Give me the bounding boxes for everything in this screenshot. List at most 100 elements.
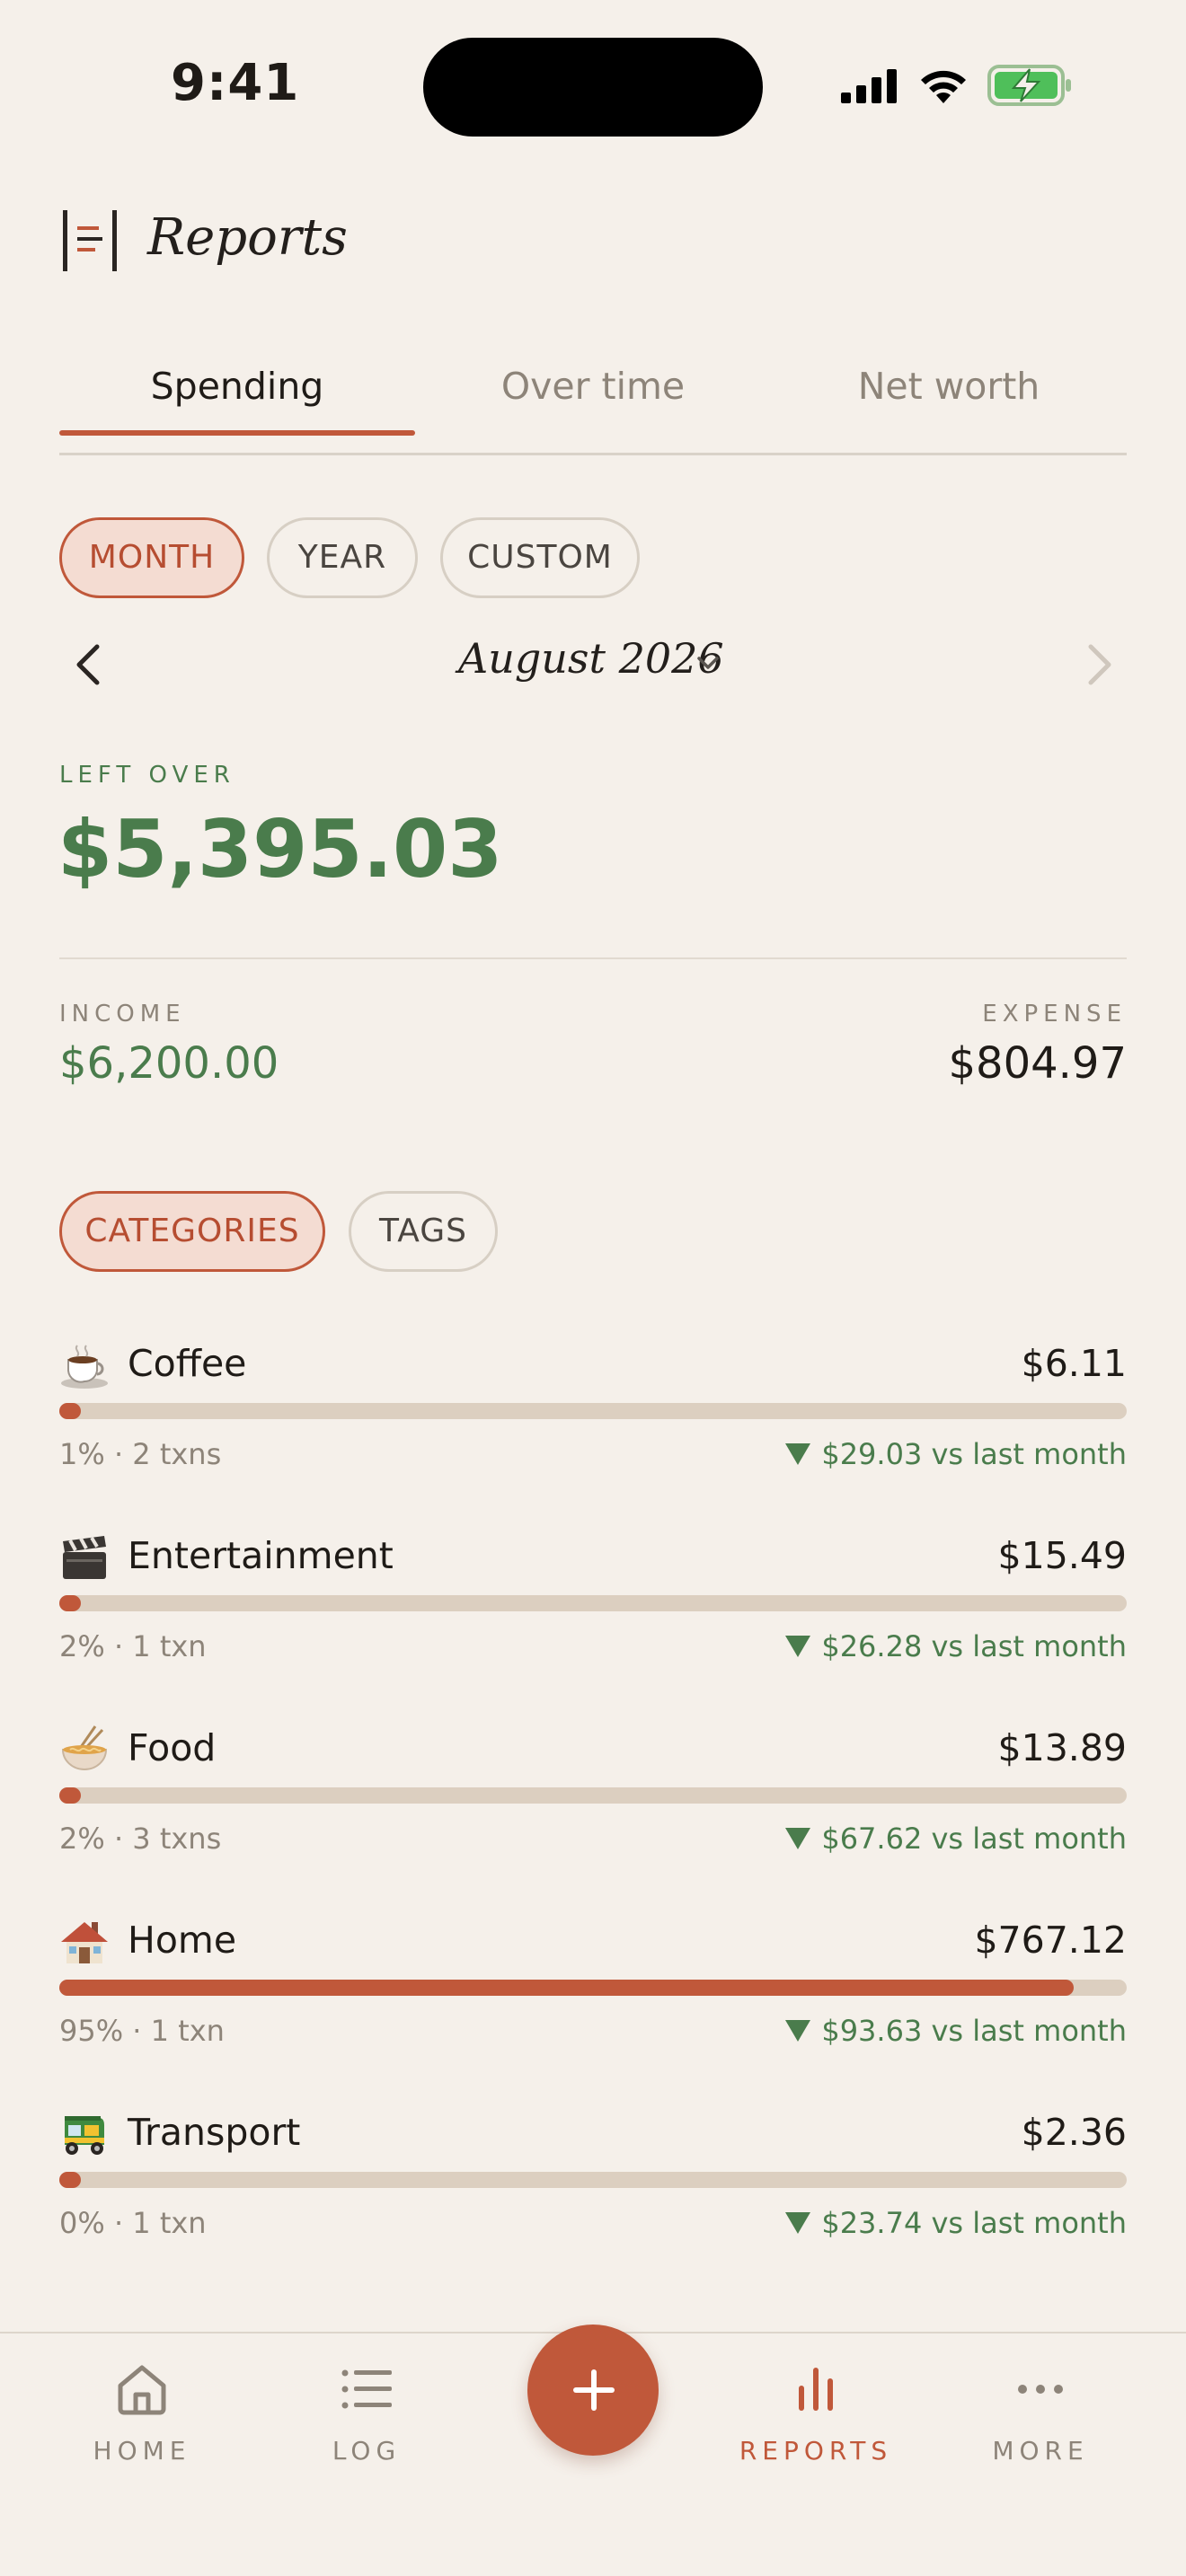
category-share-bar bbox=[59, 1980, 1127, 1996]
category-meta: 2% · 3 txns bbox=[59, 1822, 222, 1856]
category-meta: 1% · 2 txns bbox=[59, 1437, 222, 1471]
category-delta: $29.03 vs last month bbox=[785, 1437, 1127, 1471]
expense-label: EXPENSE bbox=[982, 1001, 1127, 1028]
category-delta-text: $67.62 vs last month bbox=[821, 1822, 1127, 1856]
category-row-home[interactable]: Home $767.12 95% · 1 txn $93.63 vs last … bbox=[59, 1917, 1127, 2078]
clapperboard-icon bbox=[63, 1536, 106, 1579]
category-name: Coffee bbox=[128, 1342, 247, 1385]
tab-over-time[interactable]: Over time bbox=[415, 355, 771, 436]
category-row-food[interactable]: Food $13.89 2% · 3 txns $67.62 vs last m… bbox=[59, 1725, 1127, 1886]
category-amount: $2.36 bbox=[1021, 2111, 1127, 2154]
nav-label: REPORTS bbox=[739, 2436, 893, 2466]
status-time: 9:41 bbox=[171, 54, 300, 112]
category-share-bar bbox=[59, 1595, 1127, 1611]
home-icon bbox=[118, 2365, 166, 2415]
reports-screen: 9:41 Reports Spending Over time Net wort… bbox=[0, 0, 1186, 2576]
category-name: Food bbox=[128, 1726, 217, 1769]
category-amount: $13.89 bbox=[997, 1726, 1127, 1769]
decrease-triangle-icon bbox=[785, 1443, 811, 1465]
month-selector[interactable]: August 2026 bbox=[458, 634, 724, 683]
nav-label: HOME bbox=[93, 2436, 191, 2466]
tab-net-worth[interactable]: Net worth bbox=[771, 355, 1127, 436]
category-delta: $67.62 vs last month bbox=[785, 1822, 1127, 1856]
category-delta: $23.74 vs last month bbox=[785, 2206, 1127, 2240]
category-share-fill bbox=[59, 1595, 81, 1611]
tab-label: Spending bbox=[150, 365, 324, 408]
category-name: Home bbox=[128, 1919, 237, 1962]
category-name: Transport bbox=[128, 2111, 301, 2154]
category-row-coffee[interactable]: Coffee $6.11 1% · 2 txns $29.03 vs last … bbox=[59, 1340, 1127, 1502]
expense-value: $804.97 bbox=[948, 1038, 1128, 1089]
income-value: $6,200.00 bbox=[59, 1038, 279, 1089]
left-over-label: LEFT OVER bbox=[59, 762, 235, 789]
battery-charging-icon bbox=[987, 65, 1071, 106]
tab-label: Over time bbox=[500, 365, 686, 408]
category-amount: $6.11 bbox=[1021, 1342, 1127, 1385]
period-custom-pill[interactable]: CUSTOM bbox=[440, 517, 640, 598]
category-delta: $93.63 vs last month bbox=[785, 2014, 1127, 2048]
category-share-bar bbox=[59, 2172, 1127, 2188]
coffee-icon bbox=[61, 1345, 108, 1389]
category-share-bar bbox=[59, 1787, 1127, 1804]
category-amount: $767.12 bbox=[974, 1919, 1127, 1962]
category-share-fill bbox=[59, 2172, 81, 2188]
nav-reports[interactable]: REPORTS bbox=[726, 2360, 906, 2466]
decrease-triangle-icon bbox=[785, 1636, 811, 1657]
page-title: Reports bbox=[147, 208, 348, 267]
category-meta: 95% · 1 txn bbox=[59, 2014, 225, 2048]
period-month-pill[interactable]: MONTH bbox=[59, 517, 244, 598]
pill-label: CATEGORIES bbox=[84, 1213, 300, 1249]
period-year-pill[interactable]: YEAR bbox=[267, 517, 418, 598]
category-delta-text: $26.28 vs last month bbox=[821, 1629, 1127, 1663]
app-logo-icon bbox=[63, 210, 117, 271]
left-over-value: $5,395.03 bbox=[58, 803, 503, 895]
pill-label: YEAR bbox=[297, 539, 387, 576]
decrease-triangle-icon bbox=[785, 2020, 811, 2042]
pill-label: MONTH bbox=[88, 539, 216, 576]
category-name: Entertainment bbox=[128, 1534, 394, 1577]
category-row-transport[interactable]: Transport $2.36 0% · 1 txn $23.74 vs las… bbox=[59, 2109, 1127, 2271]
category-delta-text: $29.03 vs last month bbox=[821, 1437, 1127, 1471]
add-transaction-button[interactable] bbox=[527, 2325, 659, 2456]
plus-icon bbox=[573, 2369, 615, 2411]
list-icon bbox=[341, 2369, 392, 2409]
category-share-fill bbox=[59, 1787, 81, 1804]
category-meta: 2% · 1 txn bbox=[59, 1629, 207, 1663]
category-share-bar bbox=[59, 1403, 1127, 1419]
income-label: INCOME bbox=[59, 1001, 186, 1028]
status-icons bbox=[839, 63, 1073, 108]
nav-log[interactable]: LOG bbox=[277, 2360, 456, 2466]
active-tab-indicator bbox=[59, 430, 415, 436]
decrease-triangle-icon bbox=[785, 1828, 811, 1849]
cellular-signal-icon bbox=[841, 69, 897, 103]
categories-pill[interactable]: CATEGORIES bbox=[59, 1191, 325, 1272]
bar-chart-icon bbox=[799, 2368, 833, 2411]
nav-home[interactable]: HOME bbox=[52, 2360, 232, 2466]
nav-label: LOG bbox=[332, 2436, 402, 2466]
nav-more[interactable]: MORE bbox=[951, 2360, 1130, 2466]
pill-label: CUSTOM bbox=[467, 539, 613, 576]
decrease-triangle-icon bbox=[785, 2212, 811, 2234]
nav-label: MORE bbox=[992, 2436, 1089, 2466]
next-month-button[interactable] bbox=[1073, 640, 1123, 690]
dynamic-island bbox=[423, 38, 763, 137]
wifi-icon bbox=[921, 70, 966, 103]
more-icon bbox=[1018, 2385, 1063, 2394]
tab-spending[interactable]: Spending bbox=[59, 355, 415, 436]
tags-pill[interactable]: TAGS bbox=[349, 1191, 498, 1272]
house-icon bbox=[61, 1922, 108, 1963]
category-amount: $15.49 bbox=[997, 1534, 1127, 1577]
category-delta: $26.28 vs last month bbox=[785, 1629, 1127, 1663]
category-delta-text: $23.74 vs last month bbox=[821, 2206, 1127, 2240]
tab-label: Net worth bbox=[857, 365, 1040, 408]
previous-month-button[interactable] bbox=[65, 640, 115, 690]
auto-rickshaw-icon bbox=[65, 2116, 104, 2155]
category-row-entertainment[interactable]: Entertainment $15.49 2% · 1 txn $26.28 v… bbox=[59, 1532, 1127, 1694]
report-tabs: Spending Over time Net worth bbox=[59, 355, 1127, 455]
category-share-fill bbox=[59, 1403, 81, 1419]
divider bbox=[59, 957, 1127, 959]
category-meta: 0% · 1 txn bbox=[59, 2206, 207, 2240]
pill-label: TAGS bbox=[379, 1213, 467, 1249]
category-delta-text: $93.63 vs last month bbox=[821, 2014, 1127, 2048]
chevron-down-icon[interactable] bbox=[694, 648, 722, 677]
